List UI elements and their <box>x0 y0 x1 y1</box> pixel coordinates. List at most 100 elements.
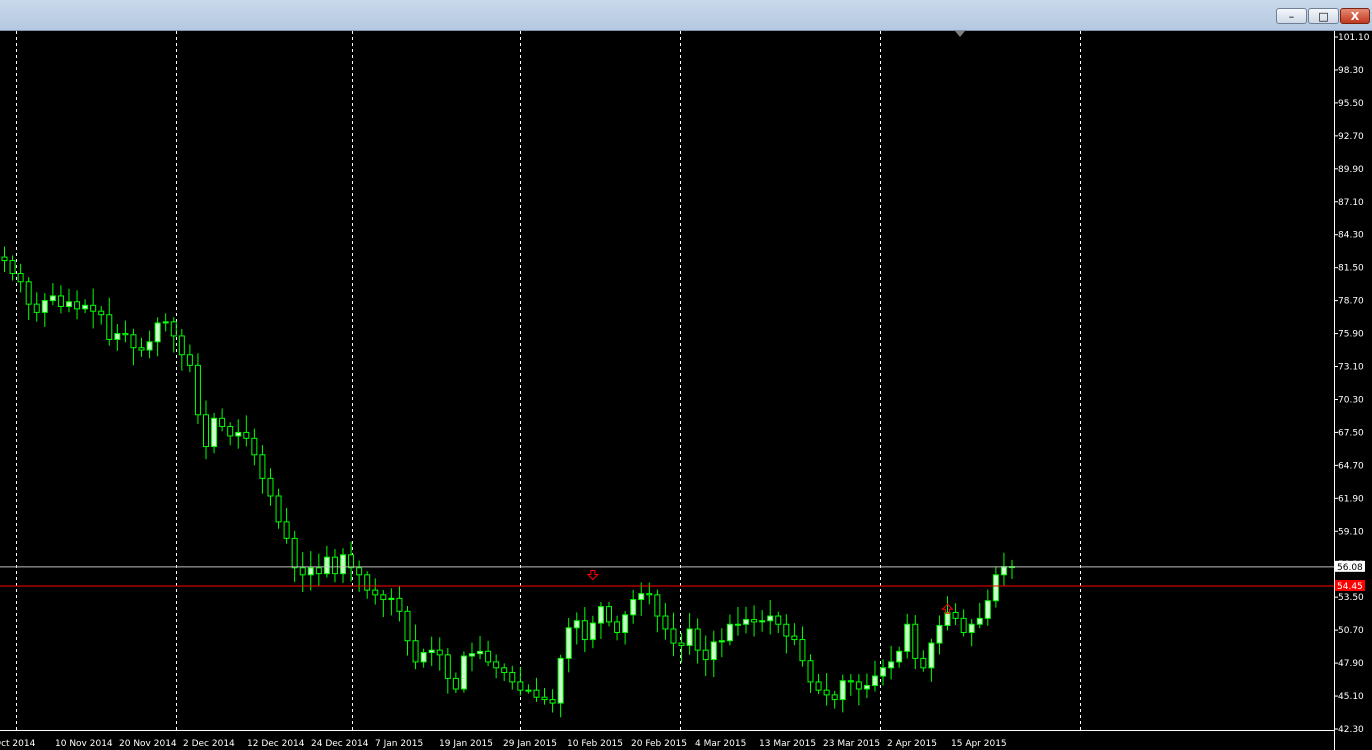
candle-body <box>945 612 950 625</box>
candle-body <box>75 302 80 309</box>
candle-body <box>292 538 297 567</box>
price-tick-label: 98.30 <box>1338 66 1364 76</box>
candle-body <box>421 653 426 662</box>
candle-body <box>179 336 184 355</box>
candle-body <box>744 620 749 625</box>
candle-body <box>897 651 902 662</box>
candle-body <box>373 590 378 595</box>
time-tick-label: 23 Mar 2015 <box>823 739 880 749</box>
time-tick-label: 19 Jan 2015 <box>439 739 493 749</box>
price-lines: 56.0854.45 <box>0 561 1365 592</box>
time-tick-label: 2 Dec 2014 <box>183 739 235 749</box>
signal-arrow-icon <box>588 571 598 580</box>
candle-body <box>784 624 789 636</box>
candle-body <box>582 621 587 640</box>
candle-body <box>518 682 523 690</box>
close-icon: X <box>1351 11 1359 22</box>
candle-body <box>631 600 636 615</box>
candle-body <box>953 612 958 618</box>
candle-body <box>155 323 160 342</box>
candle-body <box>445 655 450 679</box>
candle-body <box>494 662 499 668</box>
price-tick-label: 42.30 <box>1338 725 1364 735</box>
candle-body <box>615 622 620 633</box>
candle-body <box>316 568 321 574</box>
candle-body <box>26 282 31 304</box>
time-tick-label: 2 Apr 2015 <box>887 739 937 749</box>
candle-body <box>534 690 539 697</box>
candle-body <box>228 427 233 436</box>
candle-body <box>872 676 877 685</box>
candle-body <box>663 616 668 629</box>
candle-body <box>437 650 442 655</box>
price-tick-label: 92.70 <box>1338 132 1364 142</box>
time-tick-label: 12 Dec 2014 <box>247 739 305 749</box>
candle-body <box>187 355 192 366</box>
candle-body <box>300 568 305 575</box>
candle-body <box>711 642 716 660</box>
candle-body <box>776 616 781 624</box>
candle-body <box>276 496 281 522</box>
time-tick-label: 13 Mar 2015 <box>759 739 816 749</box>
price-chart[interactable]: 56.0854.45 101.1098.3095.5092.7089.9087.… <box>0 31 1372 750</box>
candle-body <box>83 305 88 309</box>
candle-body <box>574 621 579 628</box>
candle-body <box>236 432 241 436</box>
candle-body <box>131 335 136 348</box>
chart-shift-icon <box>955 31 965 37</box>
candle-body <box>550 700 555 704</box>
candle-body <box>365 575 370 590</box>
price-tick-label: 78.70 <box>1338 297 1364 307</box>
candle-body <box>687 629 692 645</box>
price-tick-label: 53.50 <box>1338 593 1364 603</box>
candle-body <box>752 620 757 622</box>
candle-body <box>486 651 491 662</box>
candle-body <box>824 690 829 695</box>
candle-body <box>381 595 386 600</box>
candle-body <box>768 616 773 621</box>
candle-body <box>607 607 612 622</box>
candle-body <box>792 636 797 640</box>
candle-body <box>703 650 708 659</box>
price-tag-label: 54.45 <box>1337 582 1363 592</box>
price-tick-label: 70.30 <box>1338 395 1364 405</box>
candle-body <box>18 274 23 282</box>
candle-body <box>260 455 265 479</box>
time-tick-label: 4 Mar 2015 <box>695 739 746 749</box>
candle-body <box>808 661 813 682</box>
candle-body <box>856 682 861 689</box>
minimize-button[interactable]: – <box>1276 8 1307 24</box>
time-tick-label: 29 Jan 2015 <box>503 739 557 749</box>
price-tick-label: 67.50 <box>1338 428 1364 438</box>
candle-body <box>308 568 313 575</box>
time-tick-label: 10 Feb 2015 <box>567 739 623 749</box>
candle-body <box>598 607 603 623</box>
price-tick-label: 73.10 <box>1338 363 1364 373</box>
candle-body <box>558 658 563 703</box>
candle-body <box>244 432 249 438</box>
price-tick-label: 101.10 <box>1338 33 1370 43</box>
candle-body <box>405 611 410 640</box>
candle-body <box>332 557 337 573</box>
candle-body <box>341 555 346 574</box>
candle-body <box>760 621 765 622</box>
candle-body <box>639 594 644 600</box>
candle-body <box>502 668 507 673</box>
candle-body <box>389 598 394 599</box>
candle-body <box>1001 567 1006 575</box>
candle-body <box>204 415 209 447</box>
price-tick-label: 61.90 <box>1338 494 1364 504</box>
price-tick-label: 47.90 <box>1338 659 1364 669</box>
candle-body <box>800 640 805 661</box>
price-tick-label: 50.70 <box>1338 626 1364 636</box>
close-button[interactable]: X <box>1340 8 1370 24</box>
maximize-button[interactable]: □ <box>1308 8 1339 24</box>
candle-body <box>961 618 966 632</box>
candle-body <box>220 418 225 426</box>
candle-body <box>195 365 200 414</box>
candle-body <box>929 643 934 668</box>
candle-body <box>212 418 217 446</box>
candle-body <box>848 681 853 682</box>
price-tick-label: 59.10 <box>1338 527 1364 537</box>
candle-body <box>840 681 845 700</box>
